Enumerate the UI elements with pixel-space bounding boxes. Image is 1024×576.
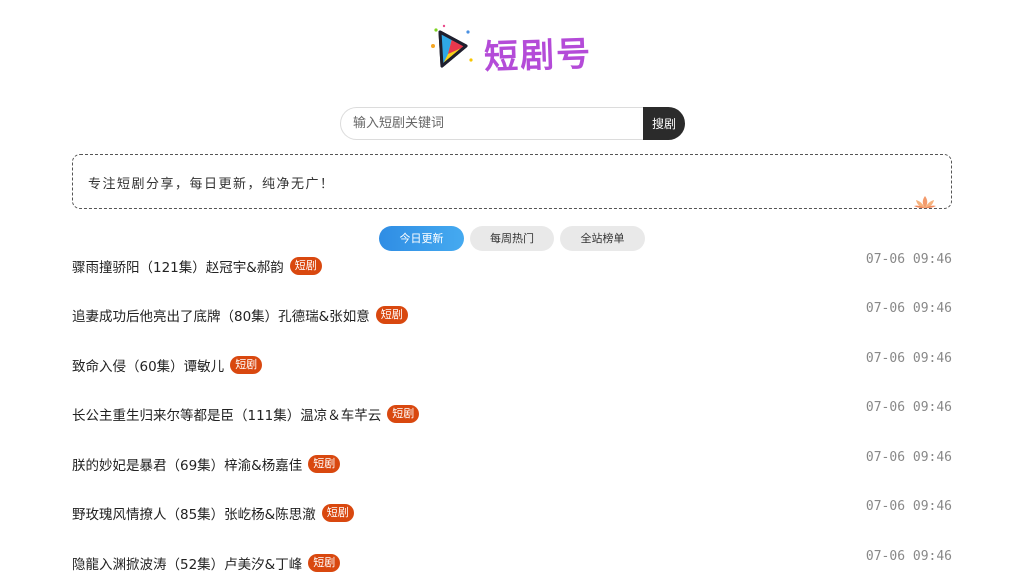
list-item[interactable]: 致命入侵（60集）谭敏儿 短剧 07-06 09:46 — [72, 349, 952, 379]
category-badge: 短剧 — [321, 504, 354, 522]
item-time: 07-06 09:46 — [865, 351, 952, 366]
tab-site-ranking[interactable]: 全站榜单 — [560, 226, 645, 251]
category-badge: 短剧 — [308, 455, 341, 473]
item-time: 07-06 09:46 — [865, 301, 952, 316]
notice-box: 专注短剧分享，每日更新，纯净无广！ — [72, 154, 952, 209]
item-time: 07-06 09:46 — [865, 450, 952, 465]
category-badge: 短剧 — [308, 554, 341, 572]
tab-weekly-hot[interactable]: 每周热门 — [470, 226, 554, 251]
item-time: 07-06 09:46 — [865, 549, 952, 564]
category-badge: 短剧 — [230, 356, 263, 374]
item-time: 07-06 09:46 — [865, 252, 952, 267]
item-title[interactable]: 野玫瑰风情撩人（85集）张屹杨&陈思澈 — [72, 503, 316, 523]
lotus-icon — [914, 196, 936, 209]
item-title[interactable]: 朕的妙妃是暴君（69集）梓渝&杨嘉佳 — [72, 454, 302, 474]
item-title[interactable]: 追妻成功后他亮出了底牌（80集）孔德瑞&张如意 — [72, 305, 370, 325]
item-time: 07-06 09:46 — [865, 400, 952, 415]
item-title[interactable]: 骤雨撞骄阳（121集）赵冠宇&郝韵 — [72, 256, 284, 276]
tab-today-updates[interactable]: 今日更新 — [379, 226, 464, 251]
category-badge: 短剧 — [387, 405, 420, 423]
list-item[interactable]: 追妻成功后他亮出了底牌（80集）孔德瑞&张如意 短剧 07-06 09:46 — [72, 299, 952, 329]
search-bar: 搜剧 — [340, 107, 685, 140]
item-title[interactable]: 长公主重生归来尔等都是臣（111集）温凉＆车芊云 — [72, 404, 381, 424]
category-badge: 短剧 — [375, 306, 408, 324]
item-title[interactable]: 致命入侵（60集）谭敏儿 — [72, 355, 224, 375]
list-item[interactable]: 野玫瑰风情撩人（85集）张屹杨&陈思澈 短剧 07-06 09:46 — [72, 497, 952, 527]
notice-text: 专注短剧分享，每日更新，纯净无广！ — [88, 177, 335, 192]
logo-text: 短剧号 — [483, 34, 593, 78]
list-item[interactable]: 骤雨撞骄阳（121集）赵冠宇&郝韵 短剧 07-06 09:46 — [72, 250, 952, 280]
category-badge: 短剧 — [289, 257, 322, 275]
list-item[interactable]: 长公主重生归来尔等都是臣（111集）温凉＆车芊云 短剧 07-06 09:46 — [72, 398, 952, 428]
site-logo[interactable]: 短剧号 — [428, 22, 600, 78]
item-title[interactable]: 隐龍入渊掀波涛（52集）卢美汐&丁峰 — [72, 553, 302, 573]
list-item[interactable]: 朕的妙妃是暴君（69集）梓渝&杨嘉佳 短剧 07-06 09:46 — [72, 448, 952, 478]
search-button[interactable]: 搜剧 — [643, 107, 685, 140]
search-input[interactable] — [340, 107, 650, 140]
play-icon — [431, 24, 473, 68]
list-item[interactable]: 隐龍入渊掀波涛（52集）卢美汐&丁峰 短剧 07-06 09:46 — [72, 547, 952, 576]
item-time: 07-06 09:46 — [865, 499, 952, 514]
